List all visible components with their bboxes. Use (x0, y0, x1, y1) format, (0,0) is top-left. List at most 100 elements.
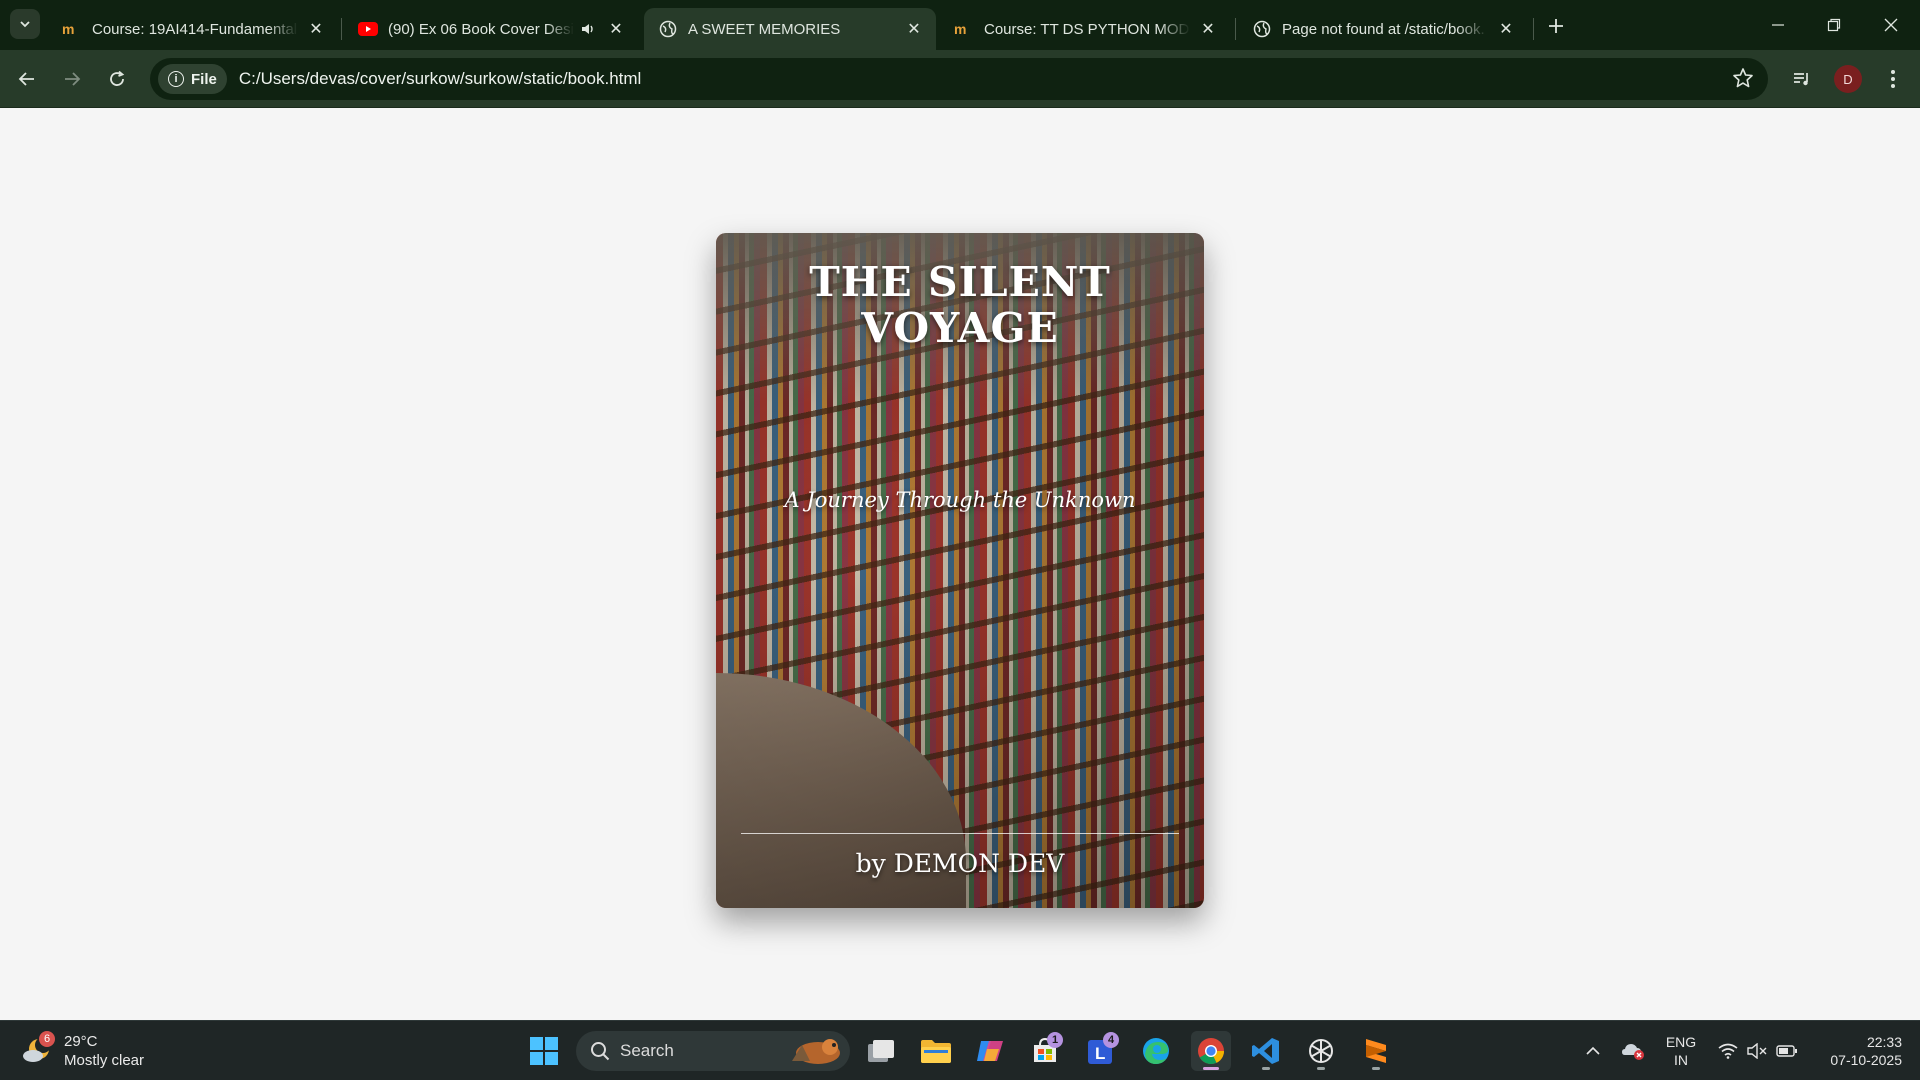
taskbar: 6 29°C Mostly clear Search 1 L 4 ENG IN … (0, 1020, 1920, 1080)
menu-button[interactable] (1877, 63, 1909, 95)
store-badge: 1 (1047, 1032, 1063, 1048)
sublime-button[interactable] (1356, 1031, 1396, 1071)
volume-button[interactable] (1745, 1031, 1769, 1071)
reload-button[interactable] (101, 63, 133, 95)
bookmark-star-icon[interactable] (1732, 67, 1754, 94)
svg-text:m: m (954, 22, 966, 36)
windows-logo-icon (530, 1037, 558, 1065)
svg-text:L: L (1095, 1044, 1105, 1063)
system-clock[interactable]: 22:33 07-10-2025 (1812, 1033, 1902, 1069)
wifi-button[interactable] (1716, 1031, 1740, 1071)
show-hidden-icons-button[interactable] (1582, 1031, 1604, 1071)
tab-course-fundamentals[interactable]: m Course: 19AI414-Fundamentals ✕ (48, 8, 338, 50)
minimize-button[interactable] (1763, 10, 1793, 40)
restore-button[interactable] (1819, 10, 1849, 40)
book-title-line: VOYAGE (861, 304, 1059, 352)
clock-date: 07-10-2025 (1830, 1052, 1902, 1068)
speaker-muted-icon (1747, 1043, 1767, 1059)
start-button[interactable] (524, 1031, 564, 1071)
tab-search-button[interactable] (10, 9, 40, 39)
chevron-down-icon (20, 21, 30, 28)
close-icon[interactable]: ✕ (1496, 19, 1516, 39)
plus-icon (1549, 19, 1563, 33)
close-icon[interactable]: ✕ (606, 19, 626, 39)
tab-title: (90) Ex 06 Book Cover Desig (388, 20, 574, 38)
folder-icon (921, 1040, 951, 1063)
tab-sweet-memories[interactable]: A SWEET MEMORIES ✕ (644, 8, 936, 50)
close-icon (1884, 18, 1898, 32)
site-info-label: File (191, 70, 217, 88)
minimize-icon (1772, 24, 1784, 26)
language-indicator[interactable]: ENG IN (1662, 1033, 1700, 1069)
media-queue-icon (1794, 73, 1808, 86)
browser-toolbar: i File C:/Users/devas/cover/surkow/surko… (0, 50, 1920, 108)
running-indicator (1372, 1067, 1380, 1070)
battery-button[interactable] (1774, 1031, 1800, 1071)
book-title: THE SILENT VOYAGE (716, 259, 1204, 351)
chatgpt-icon (1309, 1039, 1333, 1063)
search-icon (591, 1042, 610, 1061)
globe-icon (658, 19, 678, 39)
tab-youtube-video[interactable]: (90) Ex 06 Book Cover Desig ✕ (344, 8, 638, 50)
youtube-icon (358, 19, 378, 39)
address-bar[interactable]: i File C:/Users/devas/cover/surkow/surko… (150, 58, 1768, 100)
author-divider (741, 833, 1179, 834)
svg-text:m: m (62, 22, 74, 36)
new-tab-button[interactable] (1542, 12, 1570, 40)
vscode-icon (1252, 1038, 1279, 1064)
task-view-button[interactable] (861, 1031, 901, 1071)
vscode-button[interactable] (1246, 1031, 1286, 1071)
chrome-icon (1198, 1038, 1224, 1065)
info-icon: i (168, 71, 184, 87)
microsoft-store-button[interactable]: 1 (1025, 1031, 1065, 1071)
page-viewport: THE SILENT VOYAGE A Journey Through the … (0, 109, 1920, 1020)
tab-course-python[interactable]: m Course: TT DS PYTHON MODUL ✕ (940, 8, 1230, 50)
file-explorer-button[interactable] (916, 1031, 956, 1071)
close-icon[interactable]: ✕ (904, 19, 924, 39)
close-icon[interactable]: ✕ (1198, 19, 1218, 39)
arrow-right-icon (65, 72, 81, 86)
close-icon[interactable]: ✕ (306, 19, 326, 39)
task-view-icon (868, 1040, 894, 1062)
weather-badge: 6 (39, 1031, 55, 1047)
site-info-chip[interactable]: i File (158, 64, 227, 94)
profile-avatar[interactable]: D (1834, 65, 1862, 93)
reload-icon (110, 70, 125, 86)
taskbar-search[interactable]: Search (576, 1031, 850, 1071)
url-text[interactable]: C:/Users/devas/cover/surkow/surkow/stati… (239, 69, 641, 89)
region-code: IN (1674, 1052, 1688, 1068)
edge-button[interactable] (1136, 1031, 1176, 1071)
running-indicator (1262, 1067, 1270, 1070)
copilot-icon (977, 1041, 1003, 1061)
arrow-left-icon (18, 72, 34, 86)
sublime-icon (1366, 1039, 1386, 1063)
back-button[interactable] (11, 63, 43, 95)
tab-separator (1533, 18, 1534, 40)
course-icon: m (62, 19, 82, 39)
book-subtitle: A Journey Through the Unknown (784, 488, 1136, 512)
tab-title: A SWEET MEMORIES (688, 20, 841, 38)
globe-icon (1252, 19, 1272, 39)
weather-widget[interactable]: 6 29°C Mostly clear (22, 1031, 182, 1071)
book-cover: THE SILENT VOYAGE A Journey Through the … (716, 233, 1204, 908)
weather-temperature: 29°C (64, 1033, 98, 1050)
tab-title: Course: TT DS PYTHON MODUL (984, 20, 1190, 38)
book-title-line: THE SILENT (809, 258, 1111, 306)
chatgpt-button[interactable] (1301, 1031, 1341, 1071)
forward-button[interactable] (56, 63, 88, 95)
battery-icon (1776, 1045, 1797, 1057)
speaker-icon[interactable] (578, 19, 598, 39)
onedrive-button[interactable] (1620, 1031, 1648, 1071)
chrome-button[interactable] (1191, 1031, 1231, 1071)
onedrive-error-icon (1622, 1044, 1644, 1060)
tab-page-not-found[interactable]: Page not found at /static/book. ✕ (1238, 8, 1528, 50)
close-window-button[interactable] (1876, 10, 1906, 40)
tab-title: Page not found at /static/book. (1282, 20, 1485, 38)
tab-separator (341, 18, 342, 40)
copilot-button[interactable] (970, 1031, 1010, 1071)
media-control-button[interactable] (1786, 63, 1818, 95)
running-indicator (1317, 1067, 1325, 1070)
course-icon: m (954, 19, 974, 39)
teams-button[interactable]: L 4 (1081, 1031, 1121, 1071)
restore-icon (1827, 18, 1841, 32)
